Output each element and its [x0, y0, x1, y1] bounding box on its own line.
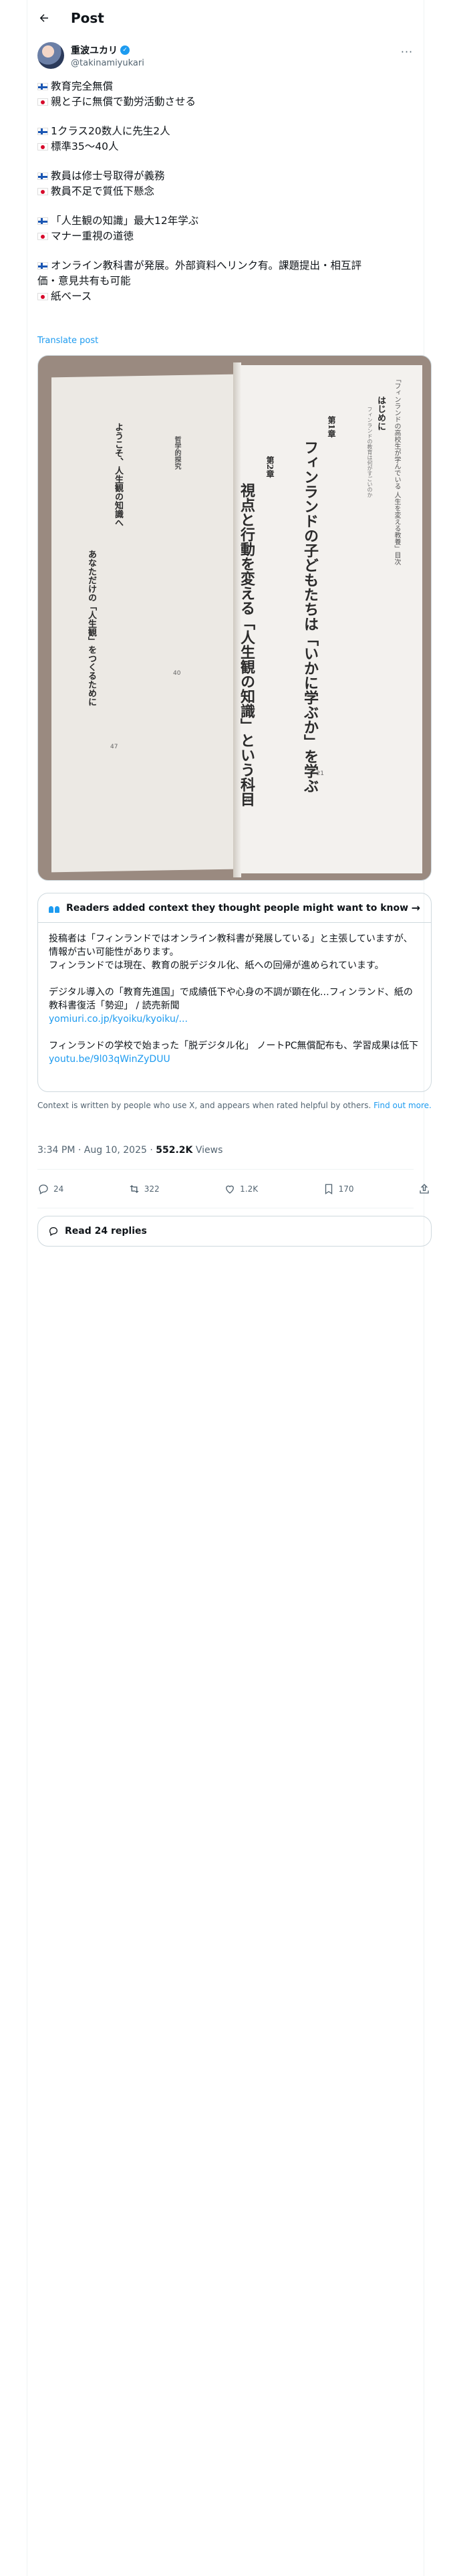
book-header: 「フィンランドの高校生が学んでいる 人生を変える教養」目次	[393, 376, 400, 566]
find-out-more-link[interactable]: Find out more.	[373, 1101, 432, 1110]
reply-bubble-icon	[49, 1226, 58, 1237]
post-line: 1クラス20数人に先生2人	[37, 124, 414, 139]
author-handle[interactable]: @takinamiyukari	[71, 58, 144, 68]
top-bar: Post	[27, 0, 424, 35]
share-button[interactable]	[418, 1183, 430, 1195]
japan-flag-icon	[37, 188, 48, 195]
japan-flag-icon	[37, 143, 48, 150]
book-chapter1-title: フィンランドの子どもたちは「いかに学ぶか」を学ぶ	[301, 440, 319, 793]
post-line: 教員は修士号取得が義務	[37, 169, 414, 184]
views-count: 552.2K	[156, 1145, 193, 1156]
japan-flag-icon	[37, 293, 48, 300]
post-line: 親と子に無償で勤労活動させる	[37, 94, 414, 110]
book-hajimeni: はじめに	[375, 396, 386, 431]
book-chapter1-label: 第1章	[327, 416, 336, 438]
action-bar: 24 322 1.2K 170	[37, 1177, 432, 1201]
post-line: 価・意見共有も可能	[37, 275, 131, 287]
post-line: オンライン教科書が発展。外部資料へリンク有。課題提出・相互評	[37, 258, 414, 274]
share-icon	[420, 1184, 429, 1194]
japan-flag-icon	[37, 98, 48, 106]
note-link-youtube[interactable]: youtu.be/9l03qWinZyDUU	[49, 1053, 420, 1066]
book-left-col2: あなただけの「人生観」をつくるために	[86, 550, 96, 706]
post-line: マナー重視の道徳	[37, 229, 414, 244]
post-text: 教育完全無償 親と子に無償で勤労活動させる 1クラス20数人に先生2人 標準35…	[37, 79, 414, 304]
repost-icon	[130, 1185, 139, 1193]
note-link-yomiuri[interactable]: yomiuri.co.jp/kyoiku/kyoiku/...	[49, 1012, 420, 1026]
book-left-col3: 哲学的探究	[173, 436, 180, 469]
people-icon	[49, 903, 61, 913]
more-options-icon[interactable]: ···	[400, 45, 414, 58]
finland-flag-icon	[37, 128, 48, 135]
verified-badge-icon: ✓	[120, 45, 130, 55]
context-disclaimer: Context is written by people who use X, …	[37, 1101, 432, 1110]
back-arrow-icon[interactable]	[37, 11, 51, 25]
post-photo[interactable]: 「フィンランドの高校生が学んでいる 人生を変える教養」目次 はじめに フィンラン…	[37, 355, 432, 881]
author-row: 重波ユカリ ✓ @takinamiyukari ···	[37, 41, 414, 70]
book-chapter2-title: 視点と行動を変える「人生観の知識」という科目	[238, 483, 255, 807]
book-chapter2-label: 第2章	[265, 456, 275, 478]
divider	[37, 1169, 414, 1170]
post-line: 教育完全無償	[37, 79, 414, 94]
translate-post-link[interactable]: Translate post	[37, 336, 98, 346]
finland-flag-icon	[37, 262, 48, 270]
finland-flag-icon	[37, 217, 48, 225]
community-note-header[interactable]: Readers added context they thought peopl…	[38, 893, 431, 923]
post-line: 教員不足で質低下懸念	[37, 184, 414, 199]
community-note: Readers added context they thought peopl…	[37, 893, 432, 1092]
heart-icon	[226, 1185, 235, 1194]
book-left-page	[51, 374, 235, 873]
like-button[interactable]: 1.2K	[224, 1183, 258, 1195]
page-title: Post	[71, 9, 104, 26]
finland-flag-icon	[37, 173, 48, 180]
book-left-col1: ようこそ、人生観の知識へ	[113, 423, 123, 527]
repost-button[interactable]: 322	[128, 1183, 160, 1195]
author-name[interactable]: 重波ユカリ	[71, 43, 118, 57]
bookmark-button[interactable]: 170	[323, 1183, 354, 1195]
post-timestamp: 3:34 PM · Aug 10, 2025 · 552.2K Views	[37, 1145, 223, 1156]
arrow-right-icon[interactable]: →	[412, 901, 420, 914]
post-line: 紙ベース	[37, 289, 414, 304]
finland-flag-icon	[37, 83, 48, 90]
bookmark-icon	[325, 1184, 332, 1195]
post-line: 標準35〜40人	[37, 139, 414, 154]
book-hajimeni-body: フィンランドの教育は何がすごいのか	[367, 407, 373, 498]
post-line: 「人生観の知識」最大12年学ぶ	[37, 213, 414, 229]
reply-icon	[39, 1184, 48, 1194]
community-note-body: 投稿者は「フィンランドではオンライン教科書が発展している」と主張していますが、情…	[38, 923, 431, 1075]
avatar[interactable]	[37, 42, 64, 69]
read-replies-button[interactable]: Read 24 replies	[37, 1216, 432, 1247]
reply-button[interactable]: 24	[37, 1183, 63, 1195]
japan-flag-icon	[37, 233, 48, 240]
